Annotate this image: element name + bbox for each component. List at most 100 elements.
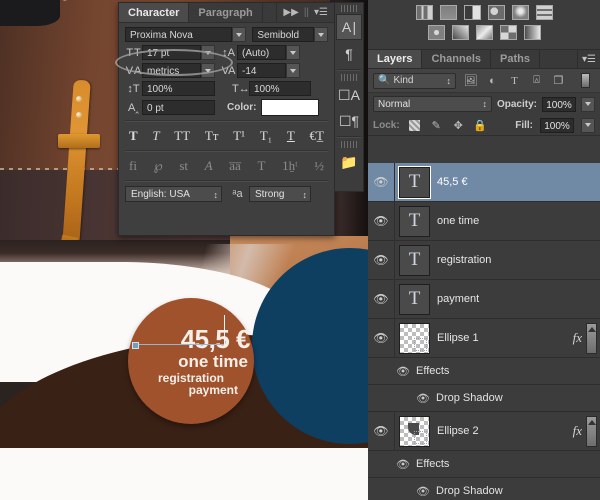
effects-group-label[interactable]: Effects bbox=[416, 365, 449, 377]
tab-layers[interactable]: Layers bbox=[368, 50, 423, 68]
layer-effects-icon[interactable]: fx bbox=[573, 330, 582, 346]
layer-thumbnail[interactable] bbox=[399, 415, 430, 447]
superscript-button[interactable]: T¹ bbox=[233, 128, 245, 144]
hue-saturation-icon[interactable] bbox=[535, 5, 553, 20]
discretionary-ligatures-button[interactable]: st bbox=[179, 158, 188, 174]
black-white-icon[interactable] bbox=[451, 25, 469, 40]
list-item[interactable]: 👁 Drop Shadow bbox=[368, 478, 600, 500]
panel-menu-icon[interactable]: ▾☰ bbox=[578, 50, 600, 68]
font-size-input[interactable]: 17 pt bbox=[142, 45, 201, 60]
character-panel[interactable]: Character Paragraph ▶▶ || ▾☰ Proxima Nov… bbox=[115, 2, 335, 236]
ordinals-button[interactable]: 1ẖᵗ bbox=[282, 158, 298, 174]
table-row[interactable]: 👁 Ellipse 2 fx bbox=[368, 412, 600, 451]
tab-paragraph[interactable]: Paragraph bbox=[189, 3, 263, 22]
gradient-map-icon[interactable] bbox=[523, 25, 541, 40]
brightness-contrast-icon[interactable] bbox=[415, 5, 433, 20]
adjustment-filter-icon[interactable]: ◐ bbox=[485, 73, 500, 88]
badge-one-time-text[interactable]: one time bbox=[178, 353, 254, 370]
baseline-shift-input[interactable]: 0 pt bbox=[142, 100, 215, 115]
oldstyle-button[interactable]: a̅a̅ bbox=[229, 158, 241, 174]
layer-filter-kind-select[interactable]: 🔍 Kind bbox=[373, 72, 456, 89]
titling-alternates-button[interactable]: T bbox=[257, 158, 265, 174]
horizontal-scale-input[interactable]: 100% bbox=[249, 81, 311, 96]
standard-ligatures-button[interactable]: fi bbox=[129, 158, 137, 174]
expand-effects-toggle[interactable] bbox=[586, 322, 597, 354]
effects-visibility-icon[interactable]: 👁 bbox=[390, 458, 416, 471]
language-select[interactable]: English: USA bbox=[125, 186, 222, 203]
effects-visibility-icon[interactable]: 👁 bbox=[390, 365, 416, 378]
fractions-button[interactable]: ½ bbox=[314, 158, 324, 174]
list-item[interactable]: 👁 Effects bbox=[368, 358, 600, 385]
color-balance-icon[interactable] bbox=[427, 25, 445, 40]
layer-thumbnail[interactable]: T bbox=[399, 283, 430, 315]
curves-icon[interactable] bbox=[463, 5, 481, 20]
layer-thumbnail[interactable]: T bbox=[398, 165, 431, 199]
layer-thumbnail[interactable]: T bbox=[399, 205, 430, 237]
panel-grip-icon[interactable] bbox=[341, 141, 357, 148]
folder-panel-icon[interactable]: 📁 bbox=[337, 150, 361, 174]
badge-price-text[interactable]: 45,5 € bbox=[181, 326, 254, 352]
kerning-dropdown-arrow[interactable] bbox=[201, 63, 215, 78]
character-styles-icon[interactable]: ☐A bbox=[337, 83, 361, 107]
panel-menu-icon[interactable]: ▾☰ bbox=[314, 7, 328, 18]
tab-channels[interactable]: Channels bbox=[422, 50, 491, 68]
photo-filter-icon[interactable] bbox=[475, 25, 493, 40]
small-caps-button[interactable]: Tᴛ bbox=[205, 128, 219, 144]
vibrance-icon[interactable] bbox=[511, 5, 529, 20]
table-row[interactable]: 👁 T one time bbox=[368, 202, 600, 241]
layer-name[interactable]: one time bbox=[437, 215, 600, 227]
layer-visibility-icon[interactable]: 👁 bbox=[368, 292, 394, 306]
table-row[interactable]: 👁 T 45,5 € bbox=[368, 163, 600, 202]
layer-visibility-icon[interactable]: 👁 bbox=[368, 175, 394, 189]
layer-visibility-icon[interactable]: 👁 bbox=[368, 331, 394, 345]
list-item[interactable]: 👁 Effects bbox=[368, 451, 600, 478]
panel-grip-icon[interactable] bbox=[341, 74, 357, 81]
tab-character[interactable]: Character bbox=[119, 3, 190, 22]
faux-italic-button[interactable]: T bbox=[152, 128, 159, 144]
filter-toggle-icon[interactable] bbox=[578, 73, 593, 88]
list-item[interactable]: 👁 Drop Shadow bbox=[368, 385, 600, 412]
font-family-dropdown-arrow[interactable] bbox=[232, 27, 247, 42]
font-size-dropdown-arrow[interactable] bbox=[201, 45, 215, 60]
layers-list[interactable]: 👁 T 45,5 € 👁 T one time 👁 T registration… bbox=[368, 163, 600, 500]
opacity-input[interactable]: 100% bbox=[542, 96, 576, 112]
effects-group-label[interactable]: Effects bbox=[416, 458, 449, 470]
character-panel-icon[interactable]: A | bbox=[336, 14, 362, 40]
layer-visibility-icon[interactable]: 👁 bbox=[368, 214, 394, 228]
text-anchor-handle[interactable] bbox=[132, 342, 139, 349]
channel-mixer-icon[interactable] bbox=[499, 25, 517, 40]
leading-input[interactable]: (Auto) bbox=[237, 45, 286, 60]
all-caps-button[interactable]: TT bbox=[174, 128, 190, 144]
panel-icon-strip[interactable]: A | ¶ ☐A ☐¶ 📁 bbox=[334, 2, 364, 192]
pixel-filter-icon[interactable]: 🖼 bbox=[463, 73, 478, 88]
blend-mode-select[interactable]: Normal bbox=[373, 96, 492, 112]
table-row[interactable]: 👁 Ellipse 1 fx bbox=[368, 319, 600, 358]
lock-transparency-icon[interactable] bbox=[407, 118, 422, 133]
layer-visibility-icon[interactable]: 👁 bbox=[368, 253, 394, 267]
leading-dropdown-arrow[interactable] bbox=[286, 45, 300, 60]
layer-name[interactable]: 45,5 € bbox=[437, 176, 600, 188]
table-row[interactable]: 👁 T payment bbox=[368, 280, 600, 319]
lock-pixels-icon[interactable]: ✎ bbox=[429, 118, 444, 133]
drop-shadow-visibility-icon[interactable]: 👁 bbox=[410, 485, 436, 498]
fill-input[interactable]: 100% bbox=[540, 117, 574, 133]
drop-shadow-visibility-icon[interactable]: 👁 bbox=[410, 392, 436, 405]
type-filter-icon[interactable]: T bbox=[507, 73, 522, 88]
smart-object-filter-icon[interactable]: ❐ bbox=[551, 73, 566, 88]
shape-filter-icon[interactable]: ⍓ bbox=[529, 73, 544, 88]
paragraph-panel-icon[interactable]: ¶ bbox=[337, 42, 361, 66]
subscript-button[interactable]: T₁ bbox=[260, 128, 272, 144]
badge-payment-text[interactable]: payment bbox=[189, 384, 254, 396]
text-color-swatch[interactable] bbox=[261, 99, 320, 116]
layer-visibility-icon[interactable]: 👁 bbox=[368, 424, 394, 438]
layer-name[interactable]: Ellipse 1 bbox=[437, 332, 573, 344]
tracking-dropdown-arrow[interactable] bbox=[286, 63, 300, 78]
double-chevron-right-icon[interactable]: ▶▶ bbox=[283, 7, 298, 18]
layer-name[interactable]: payment bbox=[437, 293, 600, 305]
layer-thumbnail[interactable] bbox=[399, 322, 430, 354]
contextual-alternates-button[interactable]: ℘ bbox=[154, 158, 163, 174]
tracking-input[interactable]: -14 bbox=[237, 63, 286, 78]
strikethrough-button[interactable]: €​T̲ bbox=[310, 128, 324, 144]
paragraph-styles-icon[interactable]: ☐¶ bbox=[337, 109, 361, 133]
layer-name[interactable]: registration bbox=[437, 254, 600, 266]
